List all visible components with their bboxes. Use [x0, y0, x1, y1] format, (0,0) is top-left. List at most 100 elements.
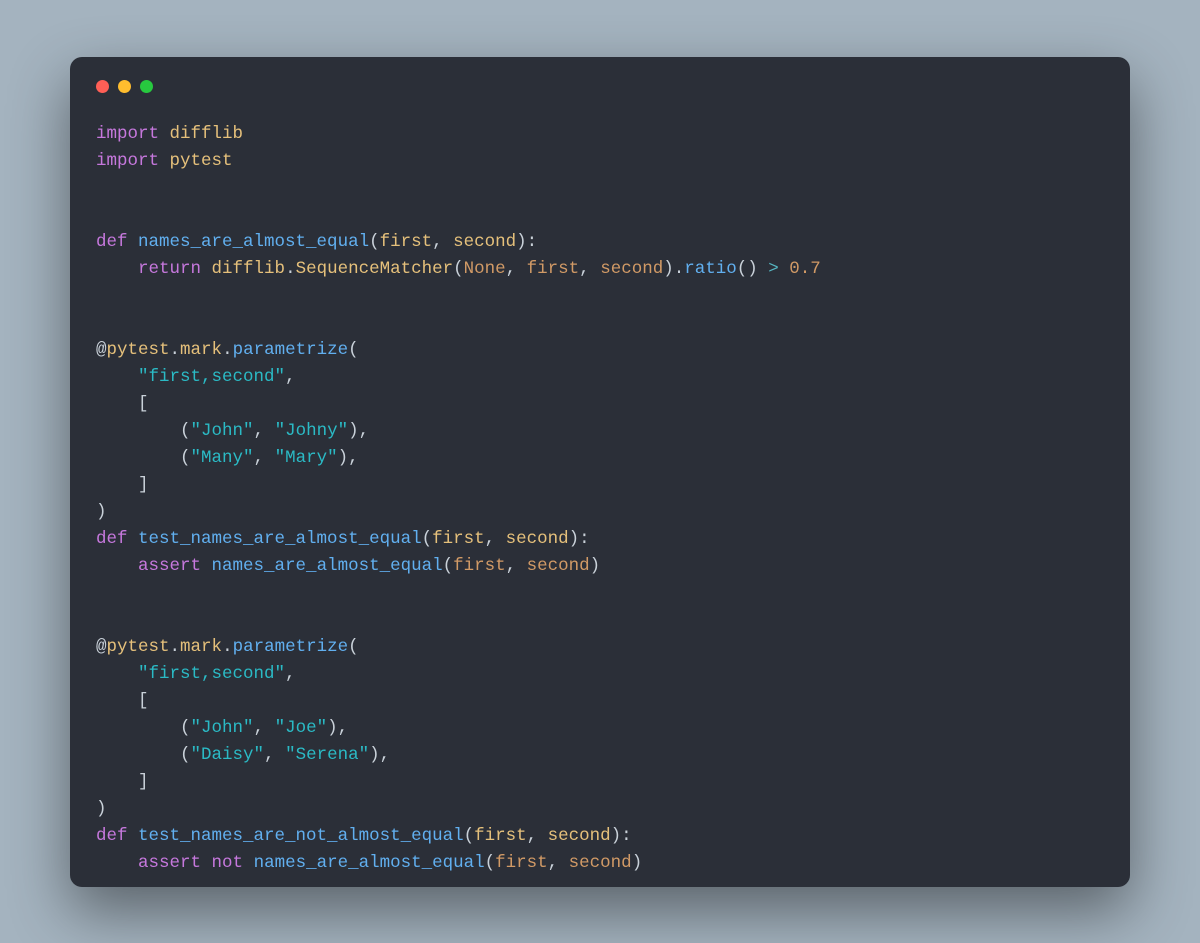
code-token: ( [369, 232, 380, 252]
window-minimize-icon[interactable] [118, 80, 131, 93]
code-token: "Many" [191, 448, 254, 468]
code-line: def names_are_almost_equal(first, second… [96, 232, 537, 252]
code-token [96, 394, 138, 414]
code-token: ( [180, 421, 191, 441]
code-token: ), [348, 421, 369, 441]
code-token [128, 232, 139, 252]
code-token: ( [464, 826, 475, 846]
code-line: ("Daisy", "Serena"), [96, 745, 390, 765]
code-token: ( [348, 637, 359, 657]
code-token: , [285, 367, 296, 387]
code-token: ): [516, 232, 537, 252]
code-token: ), [327, 718, 348, 738]
code-line: def test_names_are_not_almost_equal(firs… [96, 826, 632, 846]
code-token: ] [138, 475, 149, 495]
code-token: ). [663, 259, 684, 279]
code-token: test_names_are_almost_equal [138, 529, 422, 549]
code-token: "first,second" [138, 367, 285, 387]
code-token [201, 853, 212, 873]
code-token [96, 367, 138, 387]
code-token: second [527, 556, 590, 576]
window-zoom-icon[interactable] [140, 80, 153, 93]
code-token [201, 259, 212, 279]
code-token: second [453, 232, 516, 252]
code-token [96, 448, 180, 468]
code-token: , [485, 529, 506, 549]
code-token: names_are_almost_equal [138, 232, 369, 252]
code-token: first [527, 259, 580, 279]
code-line: ) [96, 502, 107, 522]
code-token: not [212, 853, 244, 873]
window-close-icon[interactable] [96, 80, 109, 93]
code-token: mark [180, 340, 222, 360]
code-line: ("Many", "Mary"), [96, 448, 359, 468]
code-token [96, 421, 180, 441]
code-token: , [548, 853, 569, 873]
code-line: assert not names_are_almost_equal(first,… [96, 853, 642, 873]
code-token: ) [632, 853, 643, 873]
code-token [96, 718, 180, 738]
code-line: @pytest.mark.parametrize( [96, 637, 359, 657]
code-token: second [506, 529, 569, 549]
code-token [159, 151, 170, 171]
code-token: [ [138, 691, 149, 711]
code-token [96, 475, 138, 495]
code-token: None [464, 259, 506, 279]
code-token: mark [180, 637, 222, 657]
code-token: first [495, 853, 548, 873]
code-token [128, 826, 139, 846]
code-token: ): [569, 529, 590, 549]
code-token: @ [96, 340, 107, 360]
code-token [96, 745, 180, 765]
code-token: pytest [107, 340, 170, 360]
code-token: first [432, 529, 485, 549]
code-token: @ [96, 637, 107, 657]
code-token [159, 124, 170, 144]
code-line: [ [96, 394, 149, 414]
code-token: . [170, 340, 181, 360]
code-token: ): [611, 826, 632, 846]
code-token [96, 691, 138, 711]
code-token: "first,second" [138, 664, 285, 684]
code-line: "first,second", [96, 664, 296, 684]
code-token: () [737, 259, 769, 279]
code-line: return difflib.SequenceMatcher(None, fir… [96, 259, 821, 279]
code-line: @pytest.mark.parametrize( [96, 340, 359, 360]
code-token [96, 853, 138, 873]
code-token: SequenceMatcher [296, 259, 454, 279]
code-token: , [579, 259, 600, 279]
code-token [201, 556, 212, 576]
code-window: import difflib import pytest def names_a… [70, 57, 1130, 887]
code-token: , [506, 259, 527, 279]
code-token: , [254, 421, 275, 441]
code-line: ("John", "Johny"), [96, 421, 369, 441]
code-line: ] [96, 475, 149, 495]
code-token: ) [590, 556, 601, 576]
code-token: test_names_are_not_almost_equal [138, 826, 464, 846]
code-token: first [380, 232, 433, 252]
code-token [96, 556, 138, 576]
code-token: , [506, 556, 527, 576]
code-line: ) [96, 799, 107, 819]
code-line: import pytest [96, 151, 233, 171]
code-line: [ [96, 691, 149, 711]
code-token: ), [369, 745, 390, 765]
window-titlebar [96, 79, 1104, 95]
code-token: ( [485, 853, 496, 873]
code-token: ) [96, 799, 107, 819]
code-token [128, 529, 139, 549]
code-token: first [453, 556, 506, 576]
code-token: , [432, 232, 453, 252]
code-token: def [96, 529, 128, 549]
code-token: > [768, 259, 779, 279]
code-token [96, 664, 138, 684]
code-token: . [222, 340, 233, 360]
code-token: ( [453, 259, 464, 279]
code-token: def [96, 232, 128, 252]
code-token: import [96, 151, 159, 171]
code-token: ), [338, 448, 359, 468]
code-token: 0.7 [789, 259, 821, 279]
code-token: second [569, 853, 632, 873]
code-token [243, 853, 254, 873]
code-token [779, 259, 790, 279]
